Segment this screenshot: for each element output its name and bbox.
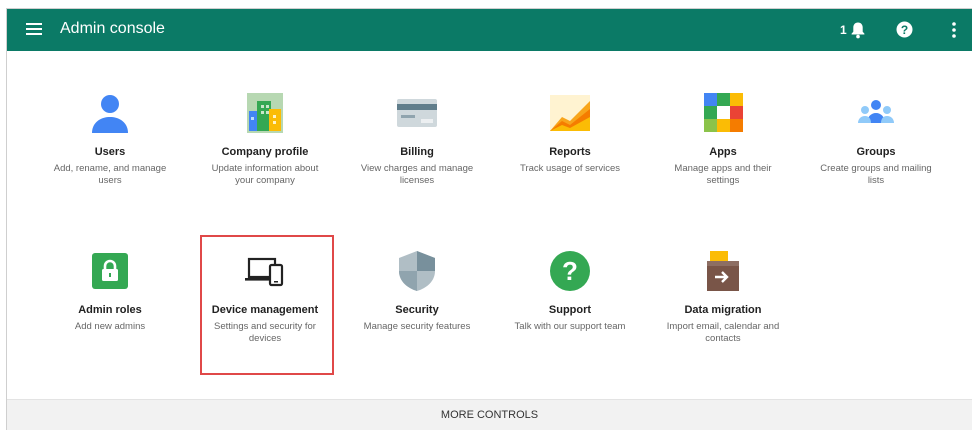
security-icon [395,249,439,293]
more-controls-bar[interactable]: MORE CONTROLS [7,399,972,430]
bell-icon[interactable] [850,21,866,39]
support-icon: ? [548,249,592,293]
apps-icon [701,91,745,135]
device-management-tile[interactable]: Device management Settings and security … [190,249,340,345]
notification-count-badge: 1 [840,23,847,37]
tile-title: Users [94,146,126,158]
users-icon [88,91,132,135]
tile-description: Import email, calendar and contacts [666,321,780,344]
security-tile[interactable]: Security Manage security features [342,249,492,333]
tile-title: Reports [549,146,591,158]
tile-title: Company profile [221,146,309,158]
tile-title: Groups [856,146,896,158]
admin-roles-tile[interactable]: Admin roles Add new admins [35,249,185,333]
device-management-icon [243,249,287,293]
app-title: Admin console [60,20,165,37]
help-icon[interactable]: ? [896,21,913,38]
tile-description: Settings and security for devices [214,321,316,344]
tile-title: Support [548,304,592,316]
admin-roles-icon [88,249,132,293]
admin-console-window: Admin console 1 ? Users Add, rename, and… [6,8,972,430]
tile-description: Update information about your company [211,163,319,186]
tile-description: Talk with our support team [514,321,626,332]
tile-description: Manage security features [363,321,471,332]
company-profile-tile[interactable]: Company profile Update information about… [190,91,340,187]
billing-tile[interactable]: Billing View charges and manage licenses [342,91,492,187]
tile-title: Admin roles [78,304,142,316]
tile-description: Manage apps and their settings [674,163,772,186]
tile-description: Add, rename, and manage users [53,163,167,186]
company-profile-icon [243,91,287,135]
tile-title: Data migration [684,304,762,316]
svg-text:?: ? [562,256,578,286]
hamburger-menu-icon[interactable] [26,22,42,36]
top-app-bar: Admin console 1 ? [7,9,972,51]
tile-title: Apps [709,146,737,158]
data-migration-icon [701,249,745,293]
billing-icon [395,91,439,135]
tile-title: Device management [211,304,319,316]
more-options-icon[interactable] [951,21,957,39]
data-migration-tile[interactable]: Data migration Import email, calendar an… [648,249,798,345]
apps-tile[interactable]: Apps Manage apps and their settings [648,91,798,187]
users-tile[interactable]: Users Add, rename, and manage users [35,91,185,187]
tile-description: Create groups and mailing lists [820,163,932,186]
groups-tile[interactable]: Groups Create groups and mailing lists [801,91,951,187]
reports-tile[interactable]: Reports Track usage of services [495,91,645,175]
tile-title: Security [395,304,439,316]
support-tile[interactable]: ? Support Talk with our support team [495,249,645,333]
reports-icon [548,91,592,135]
tile-title: Billing [400,146,434,158]
tile-description: View charges and manage licenses [360,163,474,186]
svg-text:?: ? [901,23,908,37]
tile-description: Track usage of services [520,163,620,174]
groups-icon [854,91,898,135]
tile-description: Add new admins [74,321,146,332]
